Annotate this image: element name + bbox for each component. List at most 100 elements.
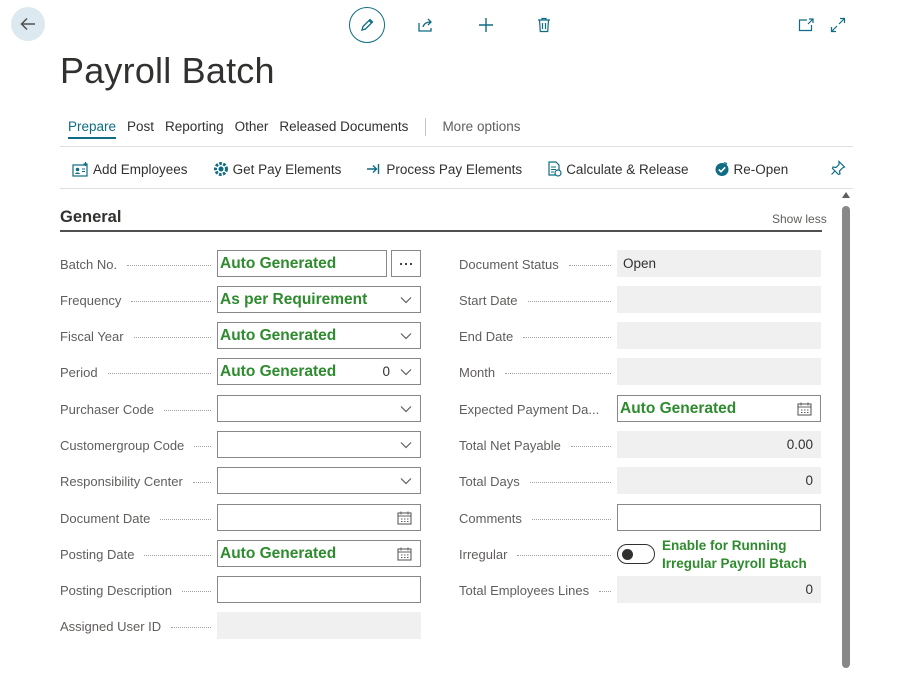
period-value: Auto Generated — [220, 362, 337, 380]
total-employees-lines-value: 0 — [805, 582, 813, 597]
pin-icon — [831, 160, 846, 176]
section-underline — [60, 230, 822, 232]
responsibility-center-select[interactable] — [217, 467, 421, 494]
fiscal-year-select[interactable]: Auto Generated — [217, 322, 421, 349]
comments-field[interactable] — [617, 504, 821, 531]
delete-button[interactable] — [526, 7, 562, 43]
frequency-label: Frequency — [60, 287, 217, 313]
tab-divider — [425, 118, 427, 136]
page-title: Payroll Batch — [60, 50, 275, 91]
expand-icon — [830, 17, 846, 33]
add-employees-button[interactable]: Add Employees — [72, 161, 188, 177]
total-days-label: Total Days — [459, 468, 617, 494]
fiscal-year-value: Auto Generated — [220, 326, 337, 344]
gear-icon — [213, 162, 228, 176]
process-pay-elements-button[interactable]: Process Pay Elements — [366, 162, 522, 177]
calculate-release-button[interactable]: Calculate & Release — [547, 161, 689, 177]
open-in-new-window-icon — [798, 18, 814, 32]
add-employees-icon — [72, 161, 88, 177]
page-toolbar — [0, 7, 911, 43]
expected-payment-date-field[interactable]: Auto Generated — [617, 395, 821, 422]
toggle-knob — [622, 548, 633, 560]
posting-date-field[interactable]: Auto Generated — [217, 540, 421, 567]
share-button[interactable] — [408, 7, 444, 43]
end-date-label: End Date — [459, 323, 617, 349]
ellipsis-icon — [399, 262, 413, 265]
open-new-window-button[interactable] — [788, 7, 824, 43]
expand-button[interactable] — [820, 7, 856, 43]
more-options-button[interactable]: More options — [442, 119, 520, 137]
customergroup-code-label: Customergroup Code — [60, 432, 217, 458]
scroll-up-arrow-icon[interactable] — [842, 192, 850, 198]
reopen-button[interactable]: Re-Open — [714, 161, 789, 177]
month-field — [617, 358, 821, 385]
batch-no-assist-button[interactable] — [391, 250, 421, 277]
share-icon — [418, 18, 432, 32]
calendar-icon[interactable] — [395, 510, 413, 526]
frequency-value: As per Requirement — [220, 290, 368, 308]
calculate-icon — [548, 161, 562, 177]
batch-no-label: Batch No. — [60, 251, 217, 277]
tab-other[interactable]: Other — [235, 119, 269, 137]
total-employees-lines-label: Total Employees Lines — [459, 577, 617, 603]
fiscal-year-label: Fiscal Year — [60, 323, 217, 349]
irregular-label: Irregular — [459, 541, 617, 567]
posting-date-value: Auto Generated — [220, 544, 337, 562]
batch-no-field[interactable]: Auto Generated — [217, 250, 387, 277]
posting-date-label: Posting Date — [60, 541, 217, 567]
purchaser-code-label: Purchaser Code — [60, 396, 217, 422]
calendar-icon[interactable] — [395, 546, 413, 562]
edit-button[interactable] — [349, 7, 385, 43]
new-button[interactable] — [468, 7, 504, 43]
show-less-link[interactable]: Show less — [772, 212, 827, 226]
tab-post[interactable]: Post — [127, 119, 154, 137]
period-select[interactable]: Auto Generated 0 — [217, 358, 421, 385]
chevron-down-icon — [398, 437, 414, 453]
irregular-toggle[interactable] — [617, 544, 655, 564]
chevron-down-icon — [398, 364, 414, 380]
vertical-scrollbar[interactable] — [840, 192, 852, 672]
trash-icon — [538, 17, 550, 33]
customergroup-code-select[interactable] — [217, 431, 421, 458]
document-status-value: Open — [623, 256, 657, 271]
total-net-payable-value: 0.00 — [786, 437, 813, 452]
tabs-divider — [60, 146, 853, 147]
document-status-label: Document Status — [459, 251, 617, 277]
action-tabs: Prepare Post Reporting Other Released Do… — [68, 118, 531, 141]
scrollbar-thumb[interactable] — [842, 206, 850, 668]
action-bar: Add Employees Get Pay Elements Process P… — [72, 158, 813, 180]
process-arrow-icon — [367, 164, 380, 174]
document-date-field[interactable] — [217, 504, 421, 531]
reopen-label: Re-Open — [733, 161, 789, 177]
total-employees-lines-field: 0 — [617, 576, 821, 603]
batch-no-value: Auto Generated — [220, 254, 337, 272]
plus-icon — [479, 18, 493, 32]
posting-description-field[interactable] — [217, 576, 421, 603]
tab-prepare[interactable]: Prepare — [68, 119, 117, 139]
pin-action-bar-button[interactable] — [828, 158, 848, 178]
get-pay-elements-button[interactable]: Get Pay Elements — [213, 161, 341, 177]
chevron-down-icon — [398, 473, 414, 489]
frequency-select[interactable]: As per Requirement — [217, 286, 421, 313]
posting-description-label: Posting Description — [60, 577, 217, 603]
tab-reporting[interactable]: Reporting — [165, 119, 224, 137]
period-label: Period — [60, 359, 217, 385]
section-title-general[interactable]: General — [60, 208, 121, 227]
document-date-label: Document Date — [60, 505, 217, 531]
total-net-payable-label: Total Net Payable — [459, 432, 617, 458]
start-date-label: Start Date — [459, 287, 617, 313]
calendar-icon[interactable] — [795, 401, 813, 417]
chevron-down-icon — [398, 401, 414, 417]
expected-payment-date-value: Auto Generated — [620, 399, 737, 417]
assigned-user-id-field — [217, 612, 421, 639]
pencil-icon — [361, 18, 374, 31]
irregular-annotation: Enable for Running Irregular Payroll Bta… — [662, 538, 807, 571]
responsibility-center-label: Responsibility Center — [60, 468, 217, 494]
purchaser-code-select[interactable] — [217, 395, 421, 422]
period-number: 0 — [382, 364, 390, 379]
start-date-field — [617, 286, 821, 313]
month-label: Month — [459, 359, 617, 385]
total-days-field: 0 — [617, 467, 821, 494]
tab-released-documents[interactable]: Released Documents — [279, 119, 408, 137]
assigned-user-id-label: Assigned User ID — [60, 613, 217, 639]
